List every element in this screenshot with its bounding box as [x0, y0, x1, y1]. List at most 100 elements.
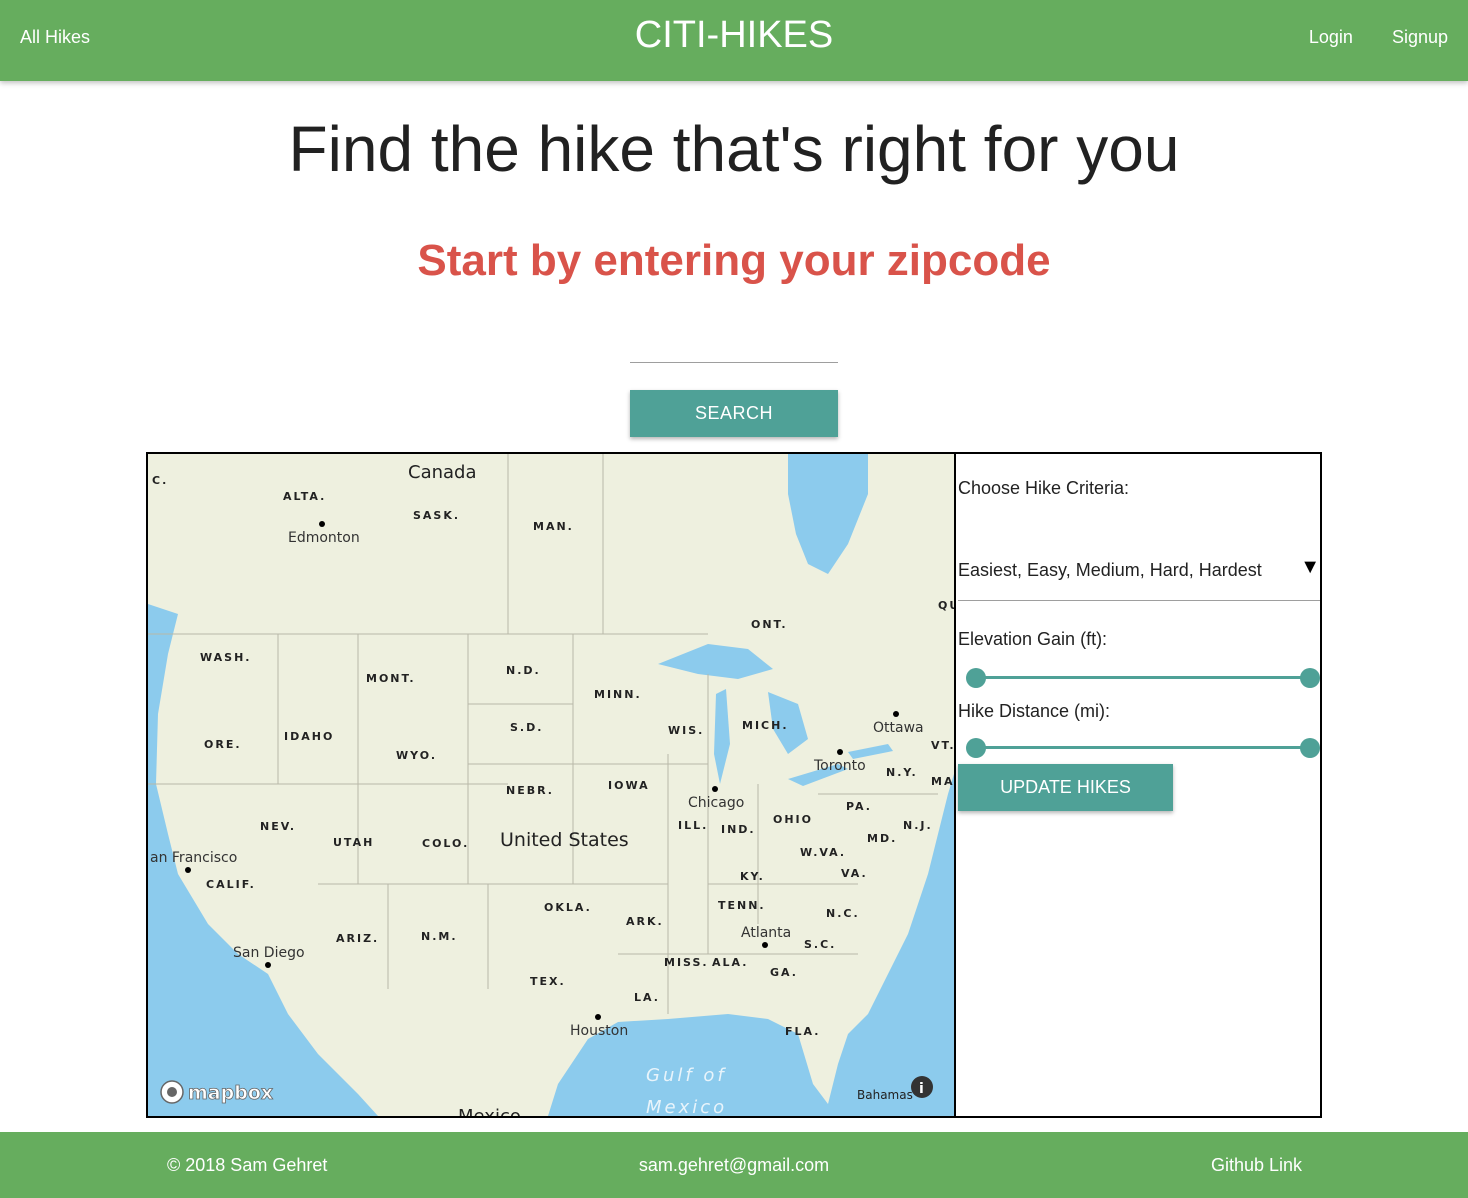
page-subtitle: Start by entering your zipcode — [417, 236, 1051, 285]
mapbox-logo-text: mapbox — [188, 1082, 273, 1104]
map-label: C. — [152, 474, 168, 487]
elevation-range-slider[interactable] — [966, 667, 1320, 689]
criteria-panel: Choose Hike Criteria: Easiest, Easy, Med… — [954, 452, 1322, 1118]
map-label: MONT. — [366, 672, 416, 685]
city-label-atlanta: Atlanta — [741, 925, 791, 941]
country-label-us: United States — [500, 829, 629, 851]
map-label: N.Y. — [886, 766, 918, 779]
map-label: ALA. — [712, 956, 748, 969]
elevation-min-handle[interactable] — [966, 668, 986, 688]
map-label: VT. — [931, 739, 954, 752]
gulf-label-line2: Mexico — [646, 1097, 727, 1116]
footer-email-link[interactable]: sam.gehret@gmail.com — [639, 1155, 829, 1175]
elevation-max-handle[interactable] — [1300, 668, 1320, 688]
map-label: ONT. — [751, 618, 788, 631]
city-label-sf: an Francisco — [150, 850, 237, 866]
map-label: IND. — [721, 823, 756, 836]
map-label: MINN. — [594, 688, 642, 701]
signup-link[interactable]: Signup — [1392, 27, 1448, 48]
distance-label: Hike Distance (mi): — [958, 701, 1111, 721]
map-label: MD. — [867, 832, 897, 845]
map-label: NEBR. — [506, 784, 554, 797]
hike-map[interactable]: C. ALTA. SASK. MAN. ONT. QU WASH. MONT. … — [146, 452, 956, 1118]
criteria-label: Choose Hike Criteria: — [958, 478, 1130, 498]
map-label: LA. — [634, 991, 660, 1004]
map-label: ORE. — [204, 738, 242, 751]
map-label: S.D. — [510, 721, 543, 734]
gulf-label-line1: Gulf of — [646, 1065, 727, 1086]
city-label-houston: Houston — [570, 1023, 628, 1039]
city-dot — [712, 786, 718, 792]
difficulty-select[interactable]: Easiest, Easy, Medium, Hard, Hardest ▼ — [958, 554, 1320, 601]
search-button[interactable]: SEARCH — [630, 390, 838, 437]
bahamas-label: Bahamas — [857, 1088, 913, 1102]
map-label: MISS. — [664, 956, 709, 969]
city-label-toronto: Toronto — [813, 758, 866, 774]
city-label-sandiego: San Diego — [233, 945, 305, 961]
map-label: TENN. — [718, 899, 766, 912]
map-label: ILL. — [678, 819, 708, 832]
map-label: IOWA — [608, 779, 650, 792]
city-dot — [265, 962, 271, 968]
map-label: COLO. — [422, 837, 469, 850]
distance-range-slider[interactable] — [966, 737, 1320, 759]
map-label: PA. — [846, 800, 872, 813]
map-label: N.D. — [506, 664, 541, 677]
info-icon[interactable]: i — [911, 1076, 933, 1098]
distance-slider-track — [974, 746, 1308, 749]
city-label-edmonton: Edmonton — [288, 530, 360, 546]
map-label: CALIF. — [206, 878, 256, 891]
info-icon-glyph: i — [919, 1081, 924, 1097]
map-label: KY. — [740, 870, 765, 883]
map-label: OHIO — [773, 813, 813, 826]
country-label-canada: Canada — [408, 462, 477, 483]
map-canvas[interactable]: C. ALTA. SASK. MAN. ONT. QU WASH. MONT. … — [148, 454, 954, 1116]
map-label: NEV. — [260, 820, 296, 833]
mapbox-logo-dot — [167, 1087, 177, 1097]
map-label: UTAH — [333, 836, 374, 849]
page-title: Find the hike that's right for you — [288, 113, 1180, 185]
distance-max-handle[interactable] — [1300, 738, 1320, 758]
update-hikes-button[interactable]: UPDATE HIKES — [958, 764, 1173, 811]
city-dot — [837, 749, 843, 755]
map-label: GA. — [770, 966, 798, 979]
map-label: N.J. — [903, 819, 933, 832]
city-label-chicago: Chicago — [688, 795, 744, 811]
map-label: N.M. — [421, 930, 458, 943]
map-label: VA. — [841, 867, 868, 880]
map-label: FLA. — [785, 1025, 820, 1038]
city-dot — [762, 942, 768, 948]
zipcode-input[interactable] — [630, 330, 838, 363]
footer-github-link[interactable]: Github Link — [1211, 1155, 1302, 1176]
city-dot — [185, 867, 191, 873]
city-label-ottawa: Ottawa — [873, 720, 924, 736]
map-label: S.C. — [804, 938, 836, 951]
map-label: WIS. — [668, 724, 704, 737]
distance-min-handle[interactable] — [966, 738, 986, 758]
map-label: MICH. — [742, 719, 789, 732]
map-label: WASH. — [200, 651, 251, 664]
map-label: SASK. — [413, 509, 460, 522]
all-hikes-link[interactable]: All Hikes — [20, 27, 90, 48]
map-label: MAN. — [533, 520, 574, 533]
top-navbar: All Hikes CITI-HIKES Login Signup — [0, 0, 1468, 81]
map-label: ARIZ. — [336, 932, 379, 945]
brand-logo-text[interactable]: CITI-HIKES — [635, 14, 833, 56]
elevation-slider-track — [974, 676, 1308, 679]
elevation-label: Elevation Gain (ft): — [958, 629, 1108, 649]
map-label: W.VA. — [800, 846, 846, 859]
map-label: TEX. — [530, 975, 566, 988]
login-link[interactable]: Login — [1309, 27, 1353, 48]
difficulty-select-value: Easiest, Easy, Medium, Hard, Hardest — [958, 560, 1262, 580]
footer: © 2018 Sam Gehret sam.gehret@gmail.com G… — [0, 1132, 1468, 1198]
dropdown-arrow-icon: ▼ — [1300, 556, 1320, 578]
map-label: IDAHO — [284, 730, 334, 743]
auth-links: Login Signup — [1309, 27, 1448, 48]
country-label-mexico: Mexico — [458, 1106, 521, 1116]
mapbox-logo[interactable]: mapbox — [160, 1080, 274, 1104]
map-label: WYO. — [396, 749, 437, 762]
map-label: N.C. — [826, 907, 860, 920]
city-dot — [595, 1014, 601, 1020]
map-label: OKLA. — [544, 901, 592, 914]
brand-title-wrap: CITI-HIKES — [0, 14, 1468, 57]
